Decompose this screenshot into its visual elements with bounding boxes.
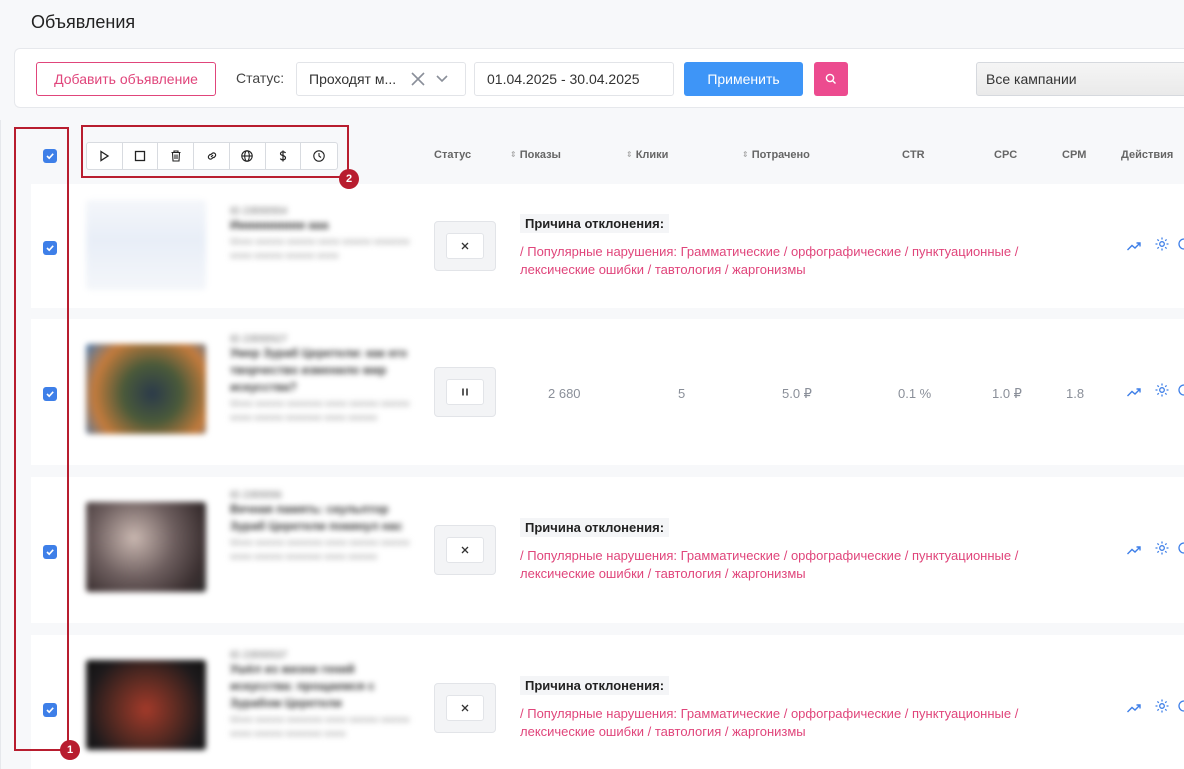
reject-reason-title: Причина отклонения: bbox=[520, 676, 670, 695]
ad-thumbnail bbox=[86, 502, 206, 592]
stats-icon[interactable] bbox=[1126, 238, 1142, 254]
ad-preview-text: ID 23555554 Ииииииииии ааа Шшш шшшш шшшш… bbox=[230, 206, 410, 260]
close-icon bbox=[461, 546, 469, 554]
campaign-select[interactable]: Все кампании bbox=[976, 62, 1184, 96]
search-button[interactable] bbox=[814, 62, 848, 96]
reject-reason-text: / Популярные нарушения: Грамматические /… bbox=[520, 548, 1019, 581]
close-icon bbox=[461, 704, 469, 712]
annotation-box-toolbar bbox=[81, 125, 349, 178]
page-title: Объявления bbox=[31, 12, 136, 32]
header-spent-label: Потрачено bbox=[751, 149, 810, 161]
status-filter-label: Статус: bbox=[236, 70, 285, 86]
gear-icon[interactable] bbox=[1154, 382, 1170, 398]
header-impressions[interactable]: ⇕ Показы bbox=[510, 149, 561, 161]
search-icon[interactable] bbox=[1176, 540, 1184, 556]
add-ad-button[interactable]: Добавить объявление bbox=[36, 62, 216, 96]
annotation-box-checkboxes bbox=[14, 127, 69, 751]
status-control[interactable] bbox=[434, 683, 496, 733]
status-select[interactable]: Проходят м... bbox=[296, 62, 466, 96]
search-icon bbox=[825, 73, 836, 84]
stats-icon[interactable] bbox=[1126, 384, 1142, 400]
pause-icon bbox=[462, 388, 468, 396]
gear-icon[interactable] bbox=[1154, 698, 1170, 714]
status-control[interactable] bbox=[434, 525, 496, 575]
cpc-value: 1.0 ₽ bbox=[992, 386, 1022, 401]
spent-value: 5.0 ₽ bbox=[782, 386, 812, 401]
search-icon[interactable] bbox=[1176, 382, 1184, 398]
close-icon bbox=[461, 242, 469, 250]
cpm-value: 1.8 bbox=[1066, 386, 1085, 401]
ad-thumbnail bbox=[86, 660, 206, 750]
divider bbox=[0, 120, 1, 769]
gear-icon[interactable] bbox=[1154, 236, 1170, 252]
reject-reason-text: / Популярные нарушения: Грамматические /… bbox=[520, 244, 1019, 277]
date-range-picker[interactable]: 01.04.2025 - 30.04.2025 bbox=[474, 62, 674, 96]
header-clicks[interactable]: ⇕ Клики bbox=[626, 149, 668, 161]
reject-reason-title: Причина отклонения: bbox=[520, 518, 670, 537]
status-select-value: Проходят м... bbox=[309, 71, 397, 87]
ctr-value: 0.1 % bbox=[898, 386, 932, 401]
gear-icon[interactable] bbox=[1154, 540, 1170, 556]
stats-icon[interactable] bbox=[1126, 542, 1142, 558]
status-control[interactable] bbox=[434, 367, 496, 417]
annotation-badge-1: 1 bbox=[60, 740, 80, 760]
ad-preview-text: ID 23555537 Ушёл из жизни гений искусств… bbox=[230, 650, 410, 738]
header-cpm: CPM bbox=[1062, 149, 1087, 161]
sort-icon: ⇕ bbox=[510, 150, 517, 159]
header-ctr: CTR bbox=[902, 149, 925, 161]
ad-thumbnail bbox=[86, 344, 206, 434]
status-control[interactable] bbox=[434, 221, 496, 271]
reject-reason-title: Причина отклонения: bbox=[520, 214, 670, 233]
search-icon[interactable] bbox=[1176, 698, 1184, 714]
chevron-down-icon[interactable] bbox=[435, 72, 449, 86]
header-cpc: CPC bbox=[994, 149, 1018, 161]
clear-icon[interactable] bbox=[409, 70, 427, 88]
ad-preview-text: ID 2355556 Вечная память: скульптор Зура… bbox=[230, 490, 410, 561]
stats-icon[interactable] bbox=[1126, 700, 1142, 716]
annotation-badge-2: 2 bbox=[339, 169, 359, 189]
header-spent[interactable]: ⇕ Потрачено bbox=[742, 149, 810, 161]
impressions-value: 2 680 bbox=[548, 386, 581, 401]
clicks-value: 5 bbox=[678, 386, 686, 401]
ad-preview-text: ID 23555527 Умер Зураб Церетели: как его… bbox=[230, 334, 410, 422]
header-status: Статус bbox=[434, 149, 472, 161]
header-actions: Действия bbox=[1121, 149, 1174, 161]
header-clicks-label: Клики bbox=[635, 149, 669, 161]
apply-button[interactable]: Применить bbox=[684, 62, 803, 96]
header-impressions-label: Показы bbox=[519, 149, 561, 161]
sort-icon: ⇕ bbox=[742, 150, 749, 159]
ads-page: Объявления Добавить объявление Статус: П… bbox=[0, 0, 1184, 769]
reject-reason-text: / Популярные нарушения: Грамматические /… bbox=[520, 706, 1019, 739]
ad-thumbnail bbox=[86, 200, 206, 290]
search-icon[interactable] bbox=[1176, 236, 1184, 252]
sort-icon: ⇕ bbox=[626, 150, 633, 159]
